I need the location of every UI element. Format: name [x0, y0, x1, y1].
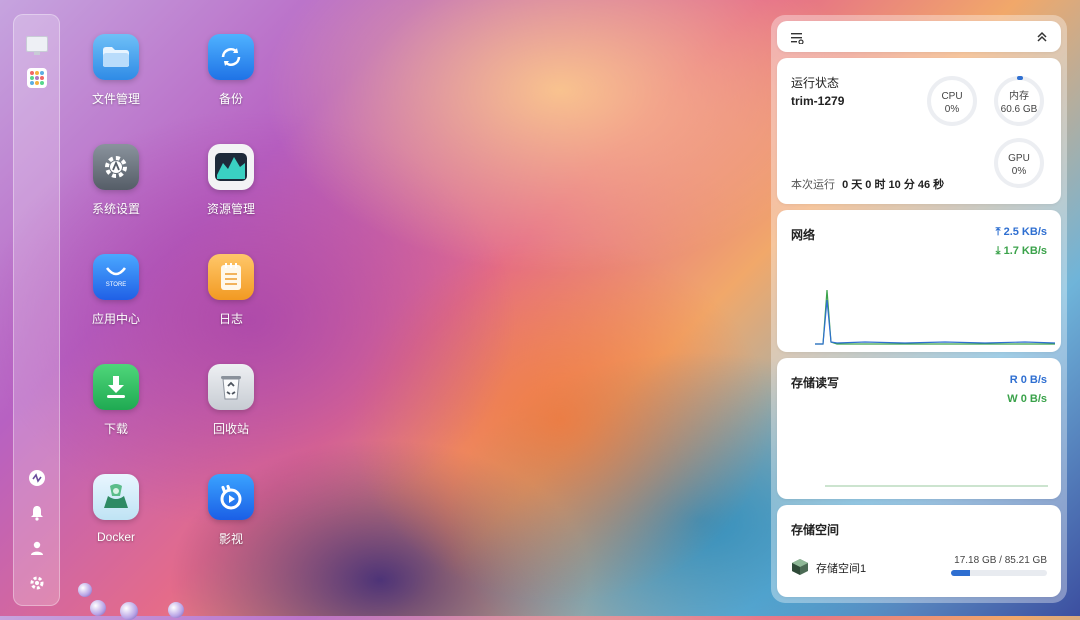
download-icon [93, 364, 139, 410]
download-arrow-icon: ⤓ [995, 245, 1001, 257]
network-title: 网络 [791, 228, 816, 242]
disk-io-title: 存储读写 [791, 376, 840, 390]
network-download: ⤓ 1.7 KB/s [996, 245, 1047, 258]
store-sub-label: STORE [105, 282, 127, 288]
gpu-label: GPU [1008, 153, 1030, 164]
gpu-value: 0% [1011, 166, 1027, 177]
app-resource-monitor[interactable]: 资源管理 [186, 144, 276, 217]
folder-icon [93, 34, 139, 80]
network-card[interactable]: 网络 ⤒ 2.5 KB/s ⤓ 1.7 KB/s [777, 210, 1061, 352]
app-docker[interactable]: Docker [71, 474, 161, 544]
cpu-value: 0% [944, 104, 960, 115]
settings-icon[interactable] [26, 572, 48, 594]
app-label: 文件管理 [91, 92, 140, 106]
app-label: 日志 [218, 312, 243, 326]
bell-icon[interactable] [26, 502, 48, 524]
status-card[interactable]: 运行状态 trim-1279 CPU 0% 内存 60.6 GB GPU 0% … [777, 58, 1061, 204]
storage-card[interactable]: 存储空间 存储空间1 17.18 GB / 85.21 GB [777, 505, 1061, 597]
disk-io-graph [825, 485, 1048, 487]
app-video[interactable]: 影视 [186, 474, 276, 547]
download-rate: 1.7 KB/s [1003, 245, 1047, 257]
write-label: W [1007, 393, 1018, 405]
network-upload: ⤒ 2.5 KB/s [996, 226, 1047, 239]
app-file-manager[interactable]: 文件管理 [71, 34, 161, 107]
disk-io-card[interactable]: 存储读写 R 0 B/s W 0 B/s [777, 358, 1061, 499]
app-label: 回收站 [212, 422, 249, 436]
storage-title: 存储空间 [791, 523, 840, 537]
memory-label: 内存 [1009, 91, 1029, 102]
read-rate: 0 B/s [1020, 374, 1047, 386]
app-label: 影视 [218, 532, 243, 546]
cpu-label: CPU [941, 91, 963, 102]
bubble-decoration [78, 583, 92, 597]
upload-rate: 2.5 KB/s [1003, 226, 1047, 238]
storage-usage-fill [951, 570, 971, 576]
storage-usage-bar [951, 570, 1047, 576]
user-icon[interactable] [26, 537, 48, 559]
status-title: 运行状态 [791, 76, 840, 90]
resource-monitor-icon [208, 144, 254, 190]
app-log[interactable]: 日志 [186, 254, 276, 327]
write-rate: 0 B/s [1020, 393, 1047, 405]
app-label: 资源管理 [206, 202, 255, 216]
network-traffic-graph [815, 289, 1055, 345]
widget-toolbar [777, 21, 1061, 52]
host-name: trim-1279 [791, 94, 845, 108]
app-backup[interactable]: 备份 [186, 34, 276, 107]
app-label: 系统设置 [91, 202, 140, 216]
memory-value: 60.6 GB [1000, 104, 1038, 115]
app-store-icon: STORE [93, 254, 139, 300]
log-notepad-icon [208, 254, 254, 300]
app-label: Docker [96, 530, 135, 544]
docker-icon [93, 474, 139, 520]
app-label: 应用中心 [91, 312, 140, 326]
uptime-label: 本次运行 [791, 179, 835, 191]
uptime-row: 本次运行 0 天 0 时 10 分 46 秒 [791, 176, 944, 192]
memory-gauge: 内存 60.6 GB [994, 76, 1044, 126]
bubble-decoration [120, 602, 138, 620]
disk-write: W 0 B/s [1007, 393, 1047, 405]
bubble-decoration [90, 600, 106, 616]
desktop-monitor-icon[interactable] [26, 33, 48, 55]
backup-sync-icon [208, 34, 254, 80]
settings-gear-icon [93, 144, 139, 190]
widget-panel: 运行状态 trim-1279 CPU 0% 内存 60.6 GB GPU 0% … [771, 15, 1067, 603]
disk-read: R 0 B/s [1010, 374, 1047, 386]
app-recycle-bin[interactable]: 回收站 [186, 364, 276, 437]
left-dock [13, 14, 60, 606]
read-label: R [1009, 374, 1018, 386]
upload-arrow-icon: ⤒ [995, 226, 1001, 238]
gpu-gauge: GPU 0% [994, 138, 1044, 188]
video-icon [208, 474, 254, 520]
cpu-gauge: CPU 0% [927, 76, 977, 126]
storage-volume-name: 存储空间1 [816, 563, 867, 575]
storage-volume-icon [791, 558, 809, 581]
collapse-chevron-icon[interactable] [1037, 30, 1047, 48]
filter-settings-icon[interactable] [791, 31, 804, 49]
uptime-value: 0 天 0 时 10 分 46 秒 [842, 179, 945, 191]
app-grid-icon[interactable] [26, 67, 48, 89]
sync-status-icon[interactable] [26, 467, 48, 489]
app-download[interactable]: 下载 [71, 364, 161, 437]
app-system-settings[interactable]: 系统设置 [71, 144, 161, 217]
app-label: 备份 [218, 92, 243, 106]
app-label: 下载 [103, 422, 128, 436]
recycle-bin-icon [208, 364, 254, 410]
storage-usage: 17.18 GB / 85.21 GB [954, 555, 1047, 566]
app-store[interactable]: STORE 应用中心 [71, 254, 161, 327]
